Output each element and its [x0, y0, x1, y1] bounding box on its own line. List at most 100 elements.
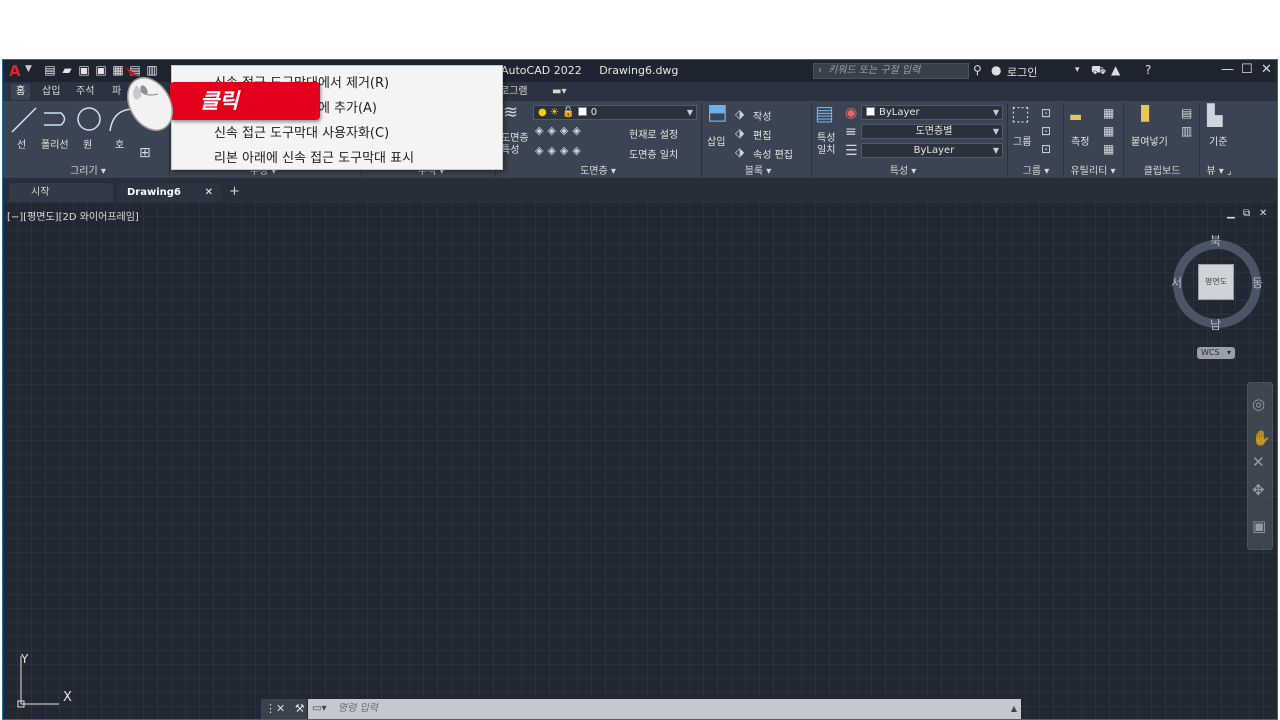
close-icon[interactable]: ✕: [1261, 62, 1272, 77]
app-menu-caret-icon[interactable]: ▼: [25, 64, 32, 74]
close-command-line-icon[interactable]: ⋮✕: [265, 702, 285, 715]
arc-tool-label[interactable]: 호: [115, 136, 124, 151]
new-file-icon[interactable]: ▤: [43, 63, 57, 77]
create-block-icon[interactable]: ⬗: [735, 106, 744, 122]
lineweight-icon[interactable]: ☰: [845, 143, 858, 159]
close-tab-icon[interactable]: ✕: [205, 183, 213, 202]
save-icon[interactable]: ▣: [77, 63, 91, 77]
command-history-caret-icon[interactable]: ▲: [1011, 699, 1017, 719]
calculator-icon[interactable]: ▦: [1103, 141, 1114, 157]
menu-item-customize[interactable]: 신속 접근 도구막대 사용자화(C): [214, 122, 389, 141]
create-block-button[interactable]: 작성: [753, 108, 771, 123]
groups-panel-label[interactable]: 그룹 ▾: [1011, 164, 1061, 179]
login-button[interactable]: 로그인: [1007, 64, 1037, 80]
circle-tool-icon[interactable]: [75, 105, 103, 133]
match-properties-icon[interactable]: ▤: [815, 103, 834, 123]
open-folder-icon[interactable]: ▰: [60, 63, 74, 77]
match-properties-label[interactable]: 특성 일치: [817, 133, 839, 157]
layer-tools-row2-icon[interactable]: ◈◈◈◈: [535, 143, 585, 159]
ribbon-toggle-icon[interactable]: ▬▾: [547, 84, 571, 100]
base-view-icon[interactable]: ▙: [1207, 105, 1222, 125]
lineweight-dropdown[interactable]: ByLayer ▼: [861, 143, 1003, 158]
viewport-close-icon[interactable]: ✕: [1259, 208, 1267, 219]
viewport-controls[interactable]: [−][평면도][2D 와이어프레임]: [7, 208, 139, 223]
tab-insert[interactable]: 삽입: [37, 84, 65, 100]
edit-attributes-icon[interactable]: ⬗: [735, 144, 744, 160]
tab-start[interactable]: 시작: [9, 183, 113, 202]
tab-home[interactable]: 홈: [11, 84, 31, 100]
block-panel-label[interactable]: 블록 ▾: [713, 164, 803, 179]
insert-block-icon[interactable]: ⬒: [707, 102, 728, 124]
add-tab-button[interactable]: +: [229, 184, 240, 199]
set-current-button[interactable]: 현재로 설정: [629, 126, 678, 141]
measure-icon[interactable]: ▬: [1069, 109, 1082, 125]
hatch-icon[interactable]: ⊞: [139, 145, 151, 161]
polyline-tool-icon[interactable]: [41, 109, 71, 133]
group-icon[interactable]: ⬚: [1011, 103, 1030, 123]
clipboard-panel-label[interactable]: 클립보드: [1129, 164, 1195, 179]
layer-properties-label[interactable]: 도면층 특성: [501, 133, 529, 157]
linetype-dropdown[interactable]: 도면층별 ▼: [861, 124, 1003, 139]
match-layer-button[interactable]: 도면층 일치: [629, 146, 678, 161]
copy-icon[interactable]: ▥: [1181, 123, 1192, 139]
edit-block-icon[interactable]: ⬗: [735, 125, 744, 141]
help-icon[interactable]: ?: [1145, 63, 1151, 77]
tab-annotate[interactable]: 주석: [71, 84, 99, 100]
utility-tools-icon[interactable]: ▦: [1103, 105, 1114, 121]
layer-dropdown[interactable]: ● ☀ 🔓 0 ▼: [533, 105, 697, 120]
command-line-handle[interactable]: ⋮✕ ⚒: [261, 699, 307, 719]
edit-block-button[interactable]: 편집: [753, 127, 771, 142]
paste-icon[interactable]: ▮: [1139, 102, 1151, 124]
user-icon[interactable]: ●: [991, 63, 1001, 77]
compass-east[interactable]: 동: [1252, 274, 1263, 291]
tab-drawing6[interactable]: Drawing6 ✕: [117, 183, 221, 202]
circle-tool-label[interactable]: 원: [83, 136, 92, 151]
orbit-icon[interactable]: ✥: [1252, 481, 1265, 499]
utilities-panel-label[interactable]: 유틸리티 ▾: [1065, 164, 1121, 179]
wcs-menu[interactable]: WCS ▾: [1197, 347, 1235, 359]
zoom-extents-icon[interactable]: ✕: [1252, 453, 1265, 471]
viewport-minimize-icon[interactable]: ▁: [1227, 208, 1235, 219]
group-tools-icon[interactable]: ⊡: [1041, 105, 1051, 121]
group-select-icon[interactable]: ⊡: [1041, 141, 1051, 157]
command-prompt-icon[interactable]: ▭▾: [312, 699, 326, 719]
quick-select-icon[interactable]: ▦: [1103, 123, 1114, 139]
ungroup-icon[interactable]: ⊡: [1041, 123, 1051, 139]
layer-properties-icon[interactable]: ≋: [503, 104, 518, 122]
layer-tools-row1-icon[interactable]: ◈◈◈◈: [535, 123, 585, 139]
autodesk-app-icon[interactable]: ▲: [1111, 63, 1120, 77]
steering-wheel-icon[interactable]: ◎: [1252, 395, 1265, 413]
customize-wrench-icon[interactable]: ⚒: [295, 702, 305, 715]
line-tool-icon[interactable]: [9, 105, 39, 135]
edit-attributes-button[interactable]: 속성 편집: [753, 146, 793, 161]
line-tool-label[interactable]: 선: [17, 136, 26, 151]
insert-block-label[interactable]: 삽입: [707, 133, 725, 148]
properties-panel-label[interactable]: 특성 ▾: [873, 164, 933, 179]
color-dropdown[interactable]: ByLayer ▼: [861, 105, 1003, 120]
login-caret-icon[interactable]: ▾: [1075, 63, 1080, 77]
save-as-icon[interactable]: ▣: [94, 63, 108, 77]
minimize-icon[interactable]: —: [1221, 62, 1234, 77]
paste-button[interactable]: 붙여넣기: [1131, 133, 1168, 148]
pan-hand-icon[interactable]: ✋: [1252, 429, 1271, 447]
search-input[interactable]: › 키워드 또는 구절 입력: [813, 63, 969, 79]
autocad-logo-icon[interactable]: A: [9, 62, 21, 80]
base-view-button[interactable]: 기준: [1209, 133, 1227, 148]
view-panel-label[interactable]: 뷰 ▾ ⌟: [1201, 164, 1237, 179]
viewcube-top-face[interactable]: 평면도: [1198, 264, 1234, 300]
viewport-restore-icon[interactable]: ⧉: [1243, 208, 1250, 219]
draw-panel-label[interactable]: 그리기 ▾: [43, 164, 133, 179]
compass-west[interactable]: 서: [1171, 274, 1182, 291]
compass-north[interactable]: 북: [1210, 232, 1221, 249]
showmotion-icon[interactable]: ▣: [1252, 517, 1266, 535]
search-icon[interactable]: ⚲: [973, 63, 982, 77]
drawing-canvas[interactable]: [−][평면도][2D 와이어프레임] ▁ ⧉ ✕ 평면도 북 남 동 서 WC…: [3, 202, 1277, 719]
linetype-icon[interactable]: ≡: [845, 124, 857, 140]
cart-icon[interactable]: ⛟: [1091, 63, 1106, 77]
color-wheel-icon[interactable]: ◉: [845, 105, 857, 121]
menu-item-show-below-ribbon[interactable]: 리본 아래에 신속 접근 도구막대 표시: [214, 147, 414, 166]
polyline-tool-label[interactable]: 폴리선: [41, 136, 69, 151]
command-input[interactable]: ▭▾ 명령 입력 ▲: [308, 699, 1021, 719]
layer-panel-label[interactable]: 도면층 ▾: [543, 164, 653, 179]
group-button[interactable]: 그룹: [1013, 133, 1031, 148]
